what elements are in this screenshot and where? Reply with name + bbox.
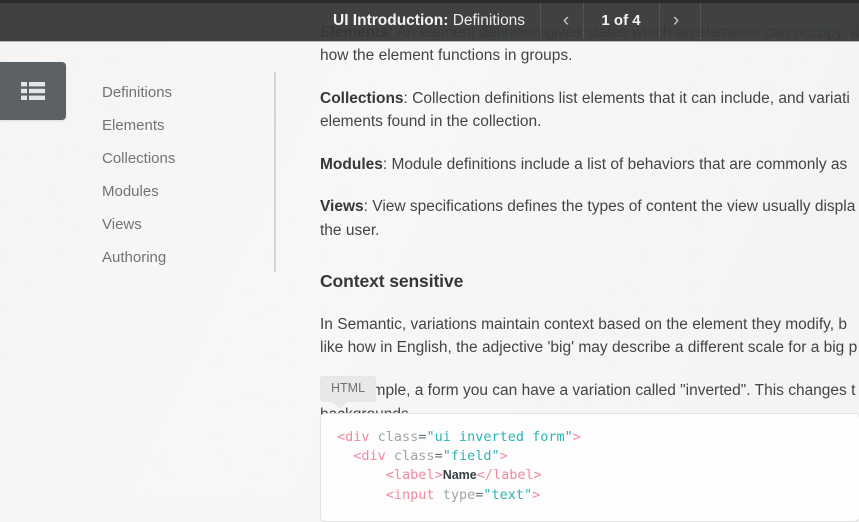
term-views: Views bbox=[320, 198, 364, 215]
header-divider-left bbox=[540, 2, 541, 39]
top-header-bar: UI Introduction: Definitions ‹ 1 of 4 › bbox=[0, 0, 859, 41]
code-block[interactable]: <div class="ui inverted form"> <div clas… bbox=[320, 413, 859, 522]
paragraph-views-text: : View specifications defines the types … bbox=[364, 198, 856, 215]
sidebar-item-authoring[interactable]: Authoring bbox=[102, 241, 272, 274]
paragraph-views: Views: View specifications defines the t… bbox=[320, 195, 859, 242]
term-collections: Collections bbox=[320, 90, 404, 107]
paragraph-collections-cont: elements found in the collection. bbox=[320, 113, 541, 130]
code-body: <div class="ui inverted form"> <div clas… bbox=[337, 428, 843, 506]
sidebar: Definitions Elements Collections Modules… bbox=[0, 0, 300, 502]
sidebar-divider bbox=[274, 72, 276, 272]
paragraph-modules: Modules: Module definitions include a li… bbox=[320, 153, 859, 177]
paragraph-context: In Semantic, variations maintain context… bbox=[320, 313, 859, 360]
paragraph-modules-text: : Module definitions include a list of b… bbox=[383, 156, 847, 173]
sidebar-item-views[interactable]: Views bbox=[102, 208, 272, 241]
term-modules: Modules bbox=[320, 156, 383, 173]
paragraph-elements-cont-text: how the element functions in groups. bbox=[320, 47, 572, 64]
sidebar-item-definitions[interactable]: Definitions bbox=[102, 76, 272, 109]
menu-toggle-button[interactable] bbox=[0, 62, 66, 120]
page-title-strong: UI Introduction: bbox=[333, 12, 448, 29]
paragraph-context-line2: like how in English, the adjective 'big'… bbox=[320, 339, 857, 356]
code-language-tab[interactable]: HTML bbox=[320, 376, 376, 402]
list-grid-icon bbox=[21, 82, 45, 100]
sidebar-nav: Definitions Elements Collections Modules… bbox=[102, 76, 272, 274]
page-title-light: Definitions bbox=[453, 12, 525, 29]
sidebar-item-elements[interactable]: Elements bbox=[102, 109, 272, 142]
code-example: HTML <div class="ui inverted form"> <div… bbox=[320, 376, 859, 522]
sidebar-item-modules[interactable]: Modules bbox=[102, 175, 272, 208]
section-heading-context-sensitive: Context sensitive bbox=[320, 268, 859, 295]
prev-page-button[interactable]: ‹ bbox=[549, 0, 583, 41]
paragraph-collections: Collections: Collection definitions list… bbox=[320, 87, 859, 134]
paragraph-context-line1: In Semantic, variations maintain context… bbox=[320, 316, 847, 333]
next-page-button[interactable]: › bbox=[659, 0, 693, 41]
page-title: UI Introduction: Definitions bbox=[333, 0, 525, 41]
header-divider-right bbox=[700, 2, 701, 39]
paragraph-elements-cont: how the element functions in groups. bbox=[320, 44, 859, 68]
sidebar-item-collections[interactable]: Collections bbox=[102, 142, 272, 175]
chevron-right-icon: › bbox=[673, 11, 679, 30]
paragraph-collections-text: : Collection definitions list elements t… bbox=[404, 90, 850, 107]
chevron-left-icon: ‹ bbox=[563, 11, 569, 30]
paragraph-views-cont: the user. bbox=[320, 222, 379, 239]
page-indicator: 1 of 4 bbox=[583, 0, 659, 41]
